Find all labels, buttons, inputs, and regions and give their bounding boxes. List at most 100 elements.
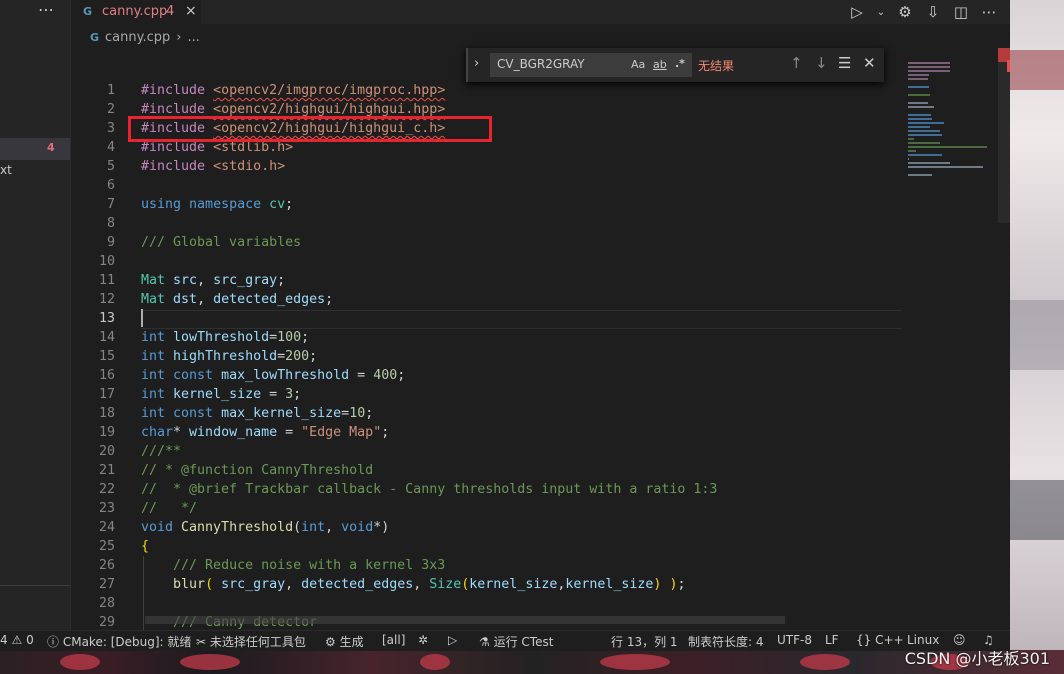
cursor-position[interactable]: 行 13，列 1 [611,633,678,650]
line-number: 5 [106,159,115,174]
kit-selector[interactable]: ✂ 未选择任何工具包 [196,633,306,650]
code-token: = [277,425,302,440]
code-token: * [173,425,190,440]
code-line[interactable]: 25 { [71,537,901,556]
minimap-row [908,158,910,160]
code-token: = [269,330,278,345]
regex-toggle[interactable]: .* [675,57,685,70]
gear-icon[interactable]: ⚙ [896,3,914,21]
code-line[interactable]: 6 [71,176,901,195]
target-selector[interactable]: [all] [382,633,405,647]
code-line[interactable]: 26 /// Reduce noise with a kernel 3x3 [71,556,901,575]
code-line[interactable]: 24 void CannyThreshold(int, void*) [71,518,901,537]
horizontal-scrollbar[interactable] [145,616,785,624]
code-token: int [141,368,174,383]
code-line[interactable]: 23 // */ [71,499,901,518]
arrow-down-icon[interactable]: ↓ [815,54,828,72]
code-line[interactable]: 7 using namespace cv; [71,195,901,214]
breadcrumb-more[interactable]: ... [187,30,199,45]
selected-file-row[interactable] [0,138,70,160]
tab-size[interactable]: 制表符长度: 4 [688,633,764,650]
close-icon[interactable]: × [185,3,197,19]
code-token: ; [285,197,294,212]
file-row-label[interactable]: xt [0,163,12,177]
code-token: // */ [141,501,198,516]
code-token: ///** [141,444,182,459]
vertical-scrollbar[interactable] [998,48,1010,223]
code-line[interactable]: 20 ///** [71,442,901,461]
code-token: Size [429,577,462,592]
match-case-toggle[interactable]: Aa [631,58,645,71]
code-line[interactable]: 11 Mat src, src_gray; [71,271,901,290]
code-text: #include <stdio.h> [141,157,285,176]
run-icon[interactable]: ▷ [448,633,457,647]
code-line[interactable]: 18 int const max_kernel_size=10; [71,404,901,423]
language-mode[interactable]: {} C++ [856,633,904,647]
error-marker [1007,60,1010,72]
bell-icon[interactable]: ♫ [983,633,994,647]
minimap-row [908,114,932,116]
code-line[interactable]: 21 // * @function CannyThreshold [71,461,901,480]
minimap[interactable] [900,48,998,228]
code-line[interactable]: 12 Mat dst, detected_edges; [71,290,901,309]
code-line[interactable]: 10 [71,252,901,271]
code-line[interactable]: 17 int kernel_size = 3; [71,385,901,404]
minimap-row [908,166,983,168]
line-number: 12 [98,292,115,307]
whole-word-toggle[interactable]: ab [653,58,667,71]
code-token: ; [325,292,334,307]
line-ending[interactable]: LF [825,633,839,647]
code-token: , [325,520,342,535]
toggle-replace-icon[interactable]: › [474,56,479,71]
line-number: 17 [98,387,115,402]
code-text: using namespace cv; [141,195,293,214]
run-icon[interactable]: ▷ [848,3,866,21]
code-line[interactable]: 27 blur( src_gray, detected_edges, Size(… [71,575,901,594]
code-line[interactable]: 13 [71,309,901,328]
code-line[interactable]: 8 [71,214,901,233]
code-token: { [141,539,150,554]
build-button[interactable]: ⚙ 生成 [325,633,364,650]
minimap-row [908,126,930,128]
find-in-selection-icon[interactable]: ☰ [838,54,851,72]
chevron-down-icon[interactable]: ⌄ [876,7,886,18]
code-line[interactable]: 5 #include <stdio.h> [71,157,901,176]
encoding[interactable]: UTF-8 [777,633,812,647]
code-token: , [197,273,214,288]
code-token: int [141,387,174,402]
code-token: detected_edges [301,577,414,592]
arrow-up-icon[interactable]: ↑ [790,54,803,72]
close-icon[interactable]: ✕ [863,54,876,72]
code-token: #include [141,159,214,174]
code-line[interactable]: 1 #include <opencv2/imgproc/imgproc.hpp> [71,81,901,100]
minimap-row [908,102,928,104]
code-line[interactable]: 15 int highThreshold=200; [71,347,901,366]
debug-icon[interactable]: ✲ [418,633,428,647]
code-token: <opencv2/imgproc/imgproc.hpp> [213,83,446,98]
ctest-button[interactable]: ⚗ 运行 CTest [479,633,553,650]
problems-status[interactable]: 4 ⚠ 0 [0,633,34,647]
code-line[interactable]: 22 // * @brief Trackbar callback - Canny … [71,480,901,499]
code-line[interactable]: 19 char* window_name = "Edge Map"; [71,423,901,442]
desktop-wallpaper [1010,0,1064,674]
ellipsis-icon[interactable]: ⋯ [980,3,998,21]
code-line[interactable]: 14 int lowThreshold=100; [71,328,901,347]
code-line[interactable]: 9 /// Global variables [71,233,901,252]
save-icon[interactable]: ⇩ [924,3,942,21]
split-editor-icon[interactable]: ◫ [952,3,970,21]
breadcrumb-file[interactable]: canny.cpp [105,30,170,45]
cmake-status-label: CMake: [Debug]: 就绪 [62,635,192,649]
ellipsis-icon[interactable]: ⋯ [38,0,54,19]
minimap-row [908,162,950,164]
code-token: // * @function CannyThreshold [141,463,374,478]
find-widget: › CV_BGR2GRAY Aa ab .* 无结果 ↑ ↓ ☰ ✕ [466,48,884,82]
code-token: 100 [277,330,302,345]
find-input[interactable]: CV_BGR2GRAY Aa ab .* [490,53,692,77]
code-line[interactable]: 16 int const max_lowThreshold = 400; [71,366,901,385]
os-indicator[interactable]: Linux [907,633,939,647]
tab-canny-cpp[interactable]: G canny.cpp 4 × [71,0,201,25]
cmake-status[interactable]: ⓘ CMake: [Debug]: 就绪 [47,633,191,650]
feedback-icon[interactable]: ☺ [953,633,966,647]
tab-filename[interactable]: canny.cpp [102,4,167,19]
code-line[interactable]: 28 [71,594,901,613]
